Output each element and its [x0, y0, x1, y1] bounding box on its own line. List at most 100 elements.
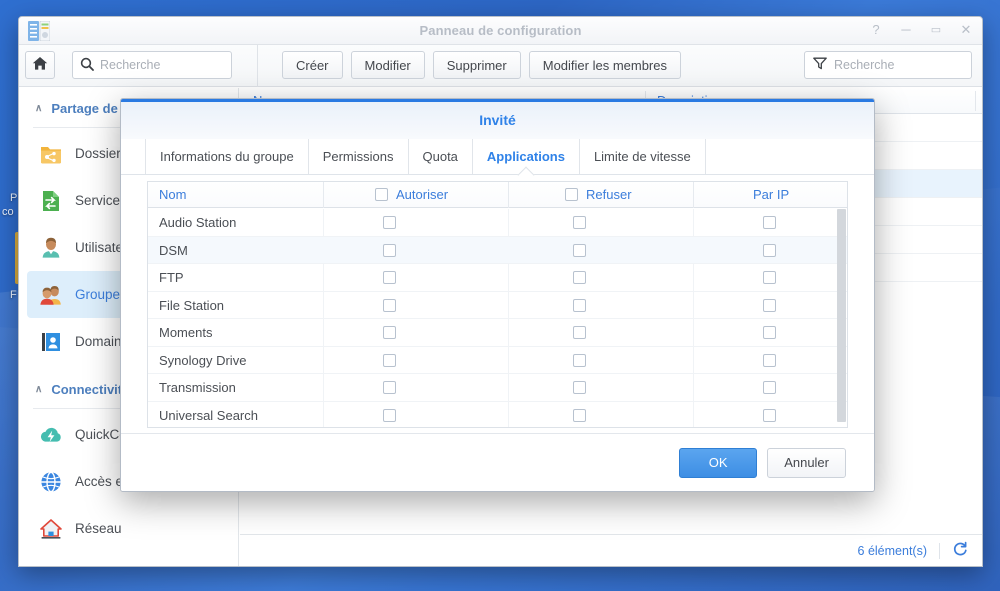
allow-all-checkbox[interactable]	[375, 188, 388, 201]
by-ip-checkbox[interactable]	[763, 216, 776, 229]
allow-checkbox[interactable]	[383, 216, 396, 229]
tab-applications[interactable]: Applications	[471, 139, 579, 174]
deny-checkbox[interactable]	[573, 408, 586, 422]
column-header-allow[interactable]: Autoriser	[396, 187, 448, 202]
close-button[interactable]: ✕	[958, 20, 974, 40]
tab-speed-limit[interactable]: Limite de vitesse	[578, 139, 706, 174]
dhcp-icon	[38, 563, 64, 566]
column-divider[interactable]	[975, 91, 976, 111]
sidebar-item-label: Groupe	[75, 287, 121, 302]
window-controls: ? ─ ▭ ✕	[868, 20, 974, 40]
table-row[interactable]: Moments	[148, 319, 847, 347]
deny-checkbox[interactable]	[573, 326, 586, 339]
table-row[interactable]: DSM	[148, 236, 847, 264]
maximize-button[interactable]: ▭	[928, 20, 944, 40]
app-name: Synology Drive	[159, 352, 247, 368]
search-icon	[80, 57, 94, 74]
desktop-icon-label: P	[10, 192, 18, 204]
sidebar-item-label: Réseau	[75, 521, 122, 536]
allow-checkbox[interactable]	[383, 381, 396, 394]
by-ip-checkbox[interactable]	[763, 326, 776, 339]
by-ip-checkbox[interactable]	[763, 381, 776, 394]
sidebar-search-box[interactable]	[72, 51, 232, 79]
by-ip-checkbox[interactable]	[763, 353, 776, 367]
table-scrollbar[interactable]	[837, 209, 846, 422]
sidebar-item-dhcp-server[interactable]: Serveur DHCP	[19, 552, 238, 566]
group-edit-dialog: Invité Informations du groupe Permission…	[120, 98, 875, 492]
dialog-titlebar[interactable]: Invité	[121, 102, 874, 139]
deny-checkbox[interactable]	[573, 381, 586, 394]
quickconnect-icon	[38, 422, 64, 448]
applications-table-header: Nom Autoriser Refuser Par IP	[148, 182, 847, 208]
table-row[interactable]: Synology Drive	[148, 347, 847, 374]
allow-checkbox[interactable]	[383, 408, 396, 422]
delete-button[interactable]: Supprimer	[432, 51, 521, 79]
deny-checkbox[interactable]	[573, 353, 586, 367]
table-row[interactable]: Universal Search	[148, 402, 847, 428]
tab-quota[interactable]: Quota	[407, 139, 472, 174]
by-ip-checkbox[interactable]	[763, 298, 776, 312]
item-count: 6 élément(s)	[857, 543, 927, 558]
home-icon	[32, 56, 48, 74]
help-button[interactable]: ?	[868, 20, 884, 40]
scrollbar-thumb[interactable]	[837, 209, 846, 422]
sidebar-group-label: Connectivité	[51, 381, 130, 397]
edit-members-button[interactable]: Modifier les membres	[528, 51, 681, 79]
app-name: FTP	[159, 270, 184, 285]
table-row[interactable]: Audio Station	[148, 209, 847, 237]
allow-checkbox[interactable]	[383, 243, 396, 257]
toolbar-divider	[257, 45, 258, 87]
table-row[interactable]: Transmission	[148, 374, 847, 402]
home-button[interactable]	[25, 51, 55, 79]
by-ip-checkbox[interactable]	[763, 271, 776, 284]
table-row[interactable]: File Station	[148, 292, 847, 319]
app-name: Moments	[159, 325, 213, 340]
minimize-button[interactable]: ─	[898, 20, 914, 40]
toolbar-button-group: Créer Modifier Supprimer Modifier les me…	[282, 51, 681, 79]
dialog-content: Nom Autoriser Refuser Par IP Audio Stati…	[147, 181, 848, 428]
applications-table: Nom Autoriser Refuser Par IP Audio Stati…	[147, 181, 848, 428]
list-footer: 6 élément(s)	[240, 534, 982, 566]
column-header-name[interactable]: Nom	[159, 187, 186, 202]
tab-permissions[interactable]: Permissions	[307, 139, 408, 174]
domain-icon	[38, 329, 64, 355]
search-input[interactable]	[100, 58, 218, 72]
cancel-button[interactable]: Annuler	[767, 447, 846, 478]
ok-button[interactable]: OK	[679, 447, 758, 478]
refresh-icon[interactable]	[952, 541, 968, 560]
window-toolbar: Créer Modifier Supprimer Modifier les me…	[19, 45, 982, 87]
allow-checkbox[interactable]	[383, 271, 396, 284]
column-header-deny[interactable]: Refuser	[586, 187, 632, 202]
window-titlebar[interactable]: Panneau de configuration ? ─ ▭ ✕	[19, 17, 982, 45]
network-icon	[38, 516, 64, 542]
allow-checkbox[interactable]	[383, 353, 396, 367]
column-divider[interactable]	[693, 182, 694, 208]
list-search-input[interactable]	[834, 58, 959, 72]
deny-checkbox[interactable]	[573, 243, 586, 257]
chevron-up-icon: ∧	[35, 383, 43, 395]
deny-all-checkbox[interactable]	[565, 188, 578, 201]
by-ip-checkbox[interactable]	[763, 408, 776, 422]
by-ip-checkbox[interactable]	[763, 243, 776, 257]
applications-rows: Audio Station DSM FTP File Station Momen…	[148, 209, 847, 427]
tab-group-info[interactable]: Informations du groupe	[145, 139, 308, 174]
dialog-title: Invité	[479, 112, 516, 128]
column-divider[interactable]	[323, 182, 324, 208]
file-services-icon	[38, 188, 64, 214]
table-row[interactable]: FTP	[148, 264, 847, 292]
app-name: Audio Station	[159, 215, 237, 230]
create-button[interactable]: Créer	[282, 51, 343, 79]
deny-checkbox[interactable]	[573, 271, 586, 284]
edit-button[interactable]: Modifier	[350, 51, 425, 79]
deny-checkbox[interactable]	[573, 298, 586, 312]
column-divider[interactable]	[508, 182, 509, 208]
sidebar-item-network[interactable]: Réseau	[19, 505, 238, 552]
column-header-by-ip[interactable]: Par IP	[753, 187, 789, 202]
allow-checkbox[interactable]	[383, 298, 396, 312]
app-name: DSM	[159, 242, 188, 258]
list-search-box[interactable]	[804, 51, 972, 79]
deny-checkbox[interactable]	[573, 216, 586, 229]
app-name: Transmission	[159, 380, 236, 395]
filter-icon	[813, 57, 827, 73]
allow-checkbox[interactable]	[383, 326, 396, 339]
